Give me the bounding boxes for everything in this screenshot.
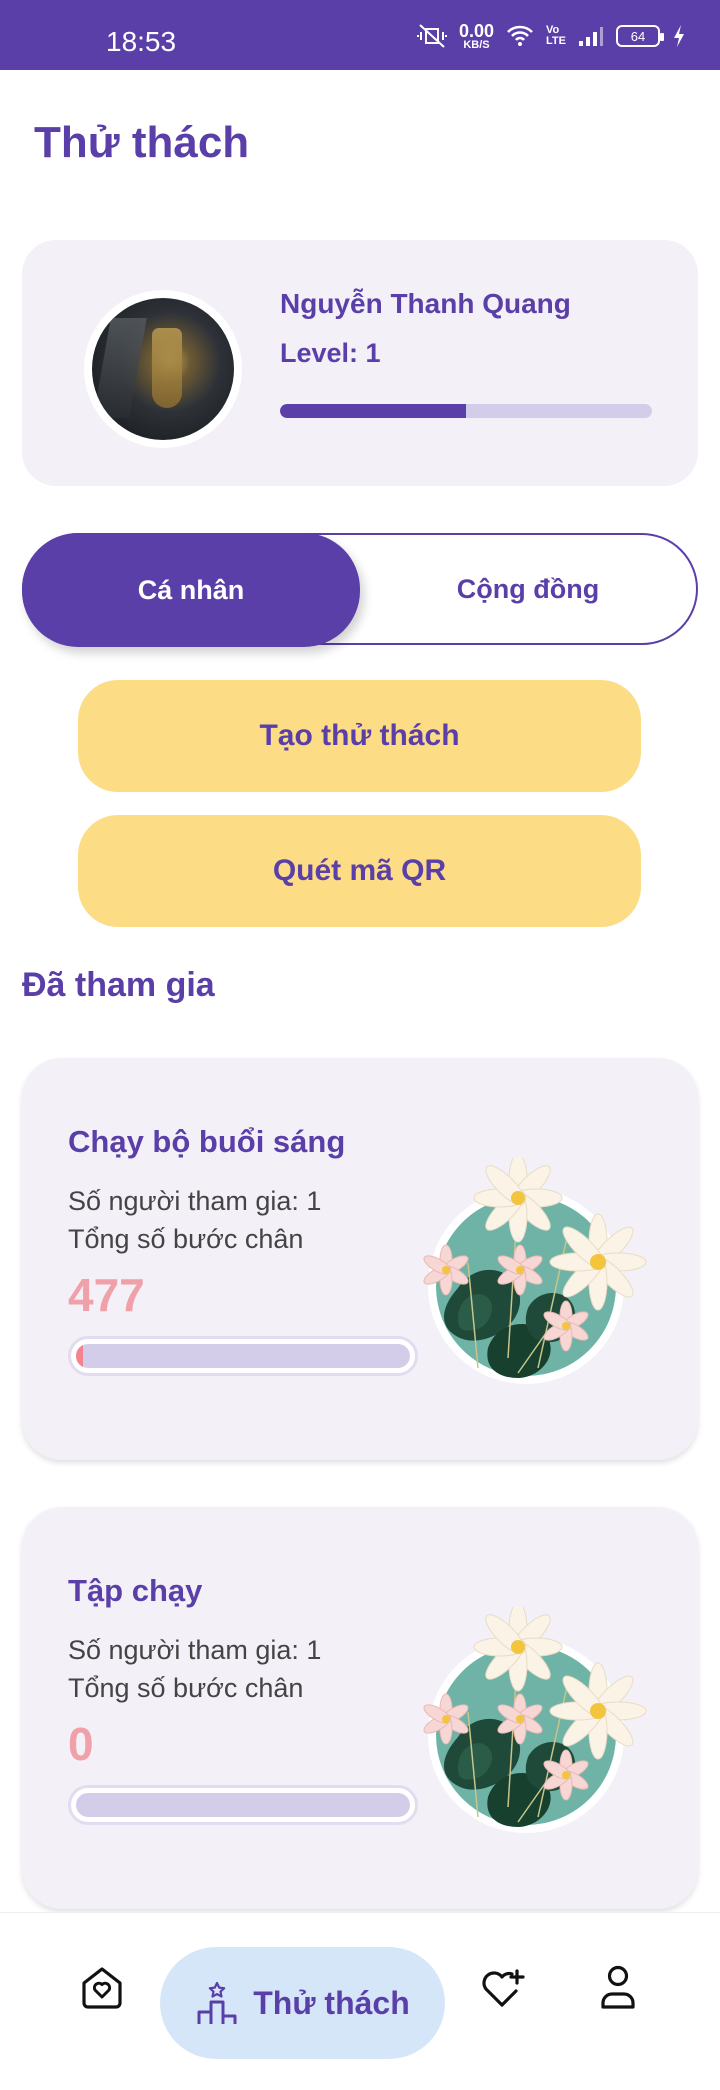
challenge-steps-value: 0: [68, 1718, 94, 1770]
nav-home[interactable]: [72, 1957, 132, 2017]
challenge-progress-bar: [68, 1336, 418, 1376]
avatar-image: [92, 298, 234, 440]
daisy-illustration: [423, 1607, 647, 1833]
signal-icon: [578, 25, 604, 47]
challenge-steps-label: Tổng số bước chân: [68, 1224, 304, 1254]
nav-health[interactable]: [472, 1957, 532, 2017]
challenge-card[interactable]: Tập chạy Số người tham gia: 1 Tổng số bư…: [22, 1507, 698, 1909]
challenge-participants: Số người tham gia: 1: [68, 1635, 322, 1665]
nav-challenges-label: Thử thách: [253, 1984, 410, 2021]
status-icons: 0.00 KB/S Vo LTE 64: [416, 20, 686, 52]
user-name: Nguyễn Thanh Quang: [280, 288, 571, 319]
home-heart-icon: [82, 1967, 122, 2009]
wifi-icon: [506, 24, 534, 48]
mute-vibrate-icon: [416, 23, 447, 49]
tab-personal[interactable]: Cá nhân: [22, 533, 360, 647]
bottom-nav: Thử thách: [0, 1912, 720, 2090]
charging-icon: [672, 24, 686, 48]
status-bar: 18:53 0.00 KB/S Vo LTE 64: [0, 0, 720, 70]
challenge-title: Chạy bộ buổi sáng: [68, 1124, 346, 1159]
joined-section-title: Đã tham gia: [22, 966, 215, 1004]
person-icon: [601, 1965, 635, 2009]
challenge-participants: Số người tham gia: 1: [68, 1186, 322, 1216]
battery-indicator: 64: [616, 25, 664, 47]
tab-switcher: Cá nhân Cộng đồng: [22, 533, 698, 647]
avatar[interactable]: [84, 290, 242, 448]
challenge-title: Tập chạy: [68, 1573, 203, 1608]
tab-community[interactable]: Cộng đồng: [360, 535, 696, 643]
level-progress-bar: [280, 404, 652, 418]
profile-card: Nguyễn Thanh Quang Level: 1: [22, 240, 698, 486]
challenge-steps-value: 477: [68, 1269, 145, 1321]
user-level: Level: 1: [280, 338, 381, 368]
volte-indicator: Vo LTE: [546, 24, 566, 47]
daisy-illustration: [423, 1158, 647, 1384]
challenge-progress-fill: [76, 1344, 83, 1368]
create-challenge-button[interactable]: Tạo thử thách: [78, 680, 641, 792]
net-speed: 0.00 KB/S: [458, 20, 495, 51]
page-title: Thử thách: [34, 118, 250, 167]
challenge-steps-label: Tổng số bước chân: [68, 1673, 304, 1703]
challenge-progress-bar: [68, 1785, 418, 1825]
nav-profile[interactable]: [588, 1957, 648, 2017]
heart-plus-icon: [482, 1969, 525, 2007]
level-progress-fill: [280, 404, 466, 418]
challenge-card[interactable]: Chạy bộ buổi sáng Số người tham gia: 1 T…: [22, 1058, 698, 1460]
status-time: 18:53: [106, 26, 177, 57]
challenge-icon: [197, 1981, 237, 2024]
nav-challenges[interactable]: Thử thách: [160, 1947, 445, 2059]
scan-qr-button[interactable]: Quét mã QR: [78, 815, 641, 927]
